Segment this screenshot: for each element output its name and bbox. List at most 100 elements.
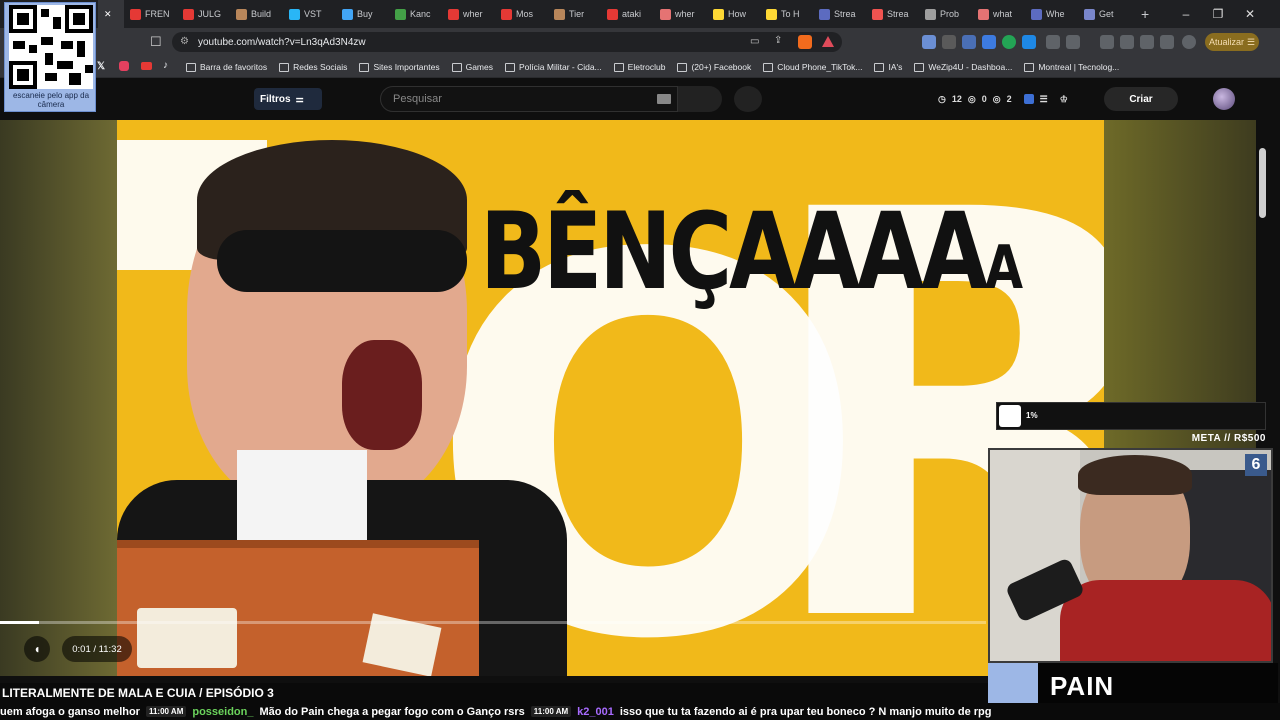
- cast-icon[interactable]: ▭: [750, 36, 759, 47]
- browser-tab[interactable]: ataki: [601, 0, 654, 28]
- browser-tab[interactable]: To H: [760, 0, 813, 28]
- grammar-icon[interactable]: [1002, 35, 1016, 49]
- restore-button[interactable]: ❐: [1202, 0, 1234, 28]
- goal-percent: 1%: [1026, 411, 1038, 420]
- bookmark-item[interactable]: Games: [446, 62, 499, 72]
- stat-c: 2: [1006, 94, 1012, 104]
- bookmark-item[interactable]: Barra de favoritos: [180, 62, 273, 72]
- browser-tab[interactable]: FREN: [124, 0, 177, 28]
- screenshot-icon[interactable]: [1066, 35, 1080, 49]
- wallet-icon[interactable]: [1140, 35, 1154, 49]
- scrollbar-thumb[interactable]: [1259, 148, 1266, 218]
- close-window-button[interactable]: ✕: [1234, 0, 1266, 28]
- list-icon[interactable]: ☰: [1040, 94, 1048, 105]
- url-field[interactable]: ⚙ youtube.com/watch?v=Ln3qAd3N4zw: [172, 32, 842, 52]
- youtube-icon[interactable]: [141, 62, 152, 70]
- translate-icon[interactable]: [982, 35, 996, 49]
- brave-rewards-icon[interactable]: [822, 36, 834, 47]
- create-button[interactable]: Criar: [1104, 87, 1178, 111]
- thumbnail-title-text: BÊNÇAAAA: [480, 190, 988, 313]
- sidebar-icon[interactable]: [1120, 35, 1134, 49]
- browser-tab[interactable]: Whe: [1025, 0, 1078, 28]
- eye-off-icon: ◎: [992, 93, 1001, 104]
- browser-tab[interactable]: Kanc: [389, 0, 442, 28]
- browser-tab[interactable]: wher: [654, 0, 707, 28]
- avatar[interactable]: [1213, 88, 1235, 110]
- brave-shield-icon[interactable]: [798, 35, 812, 49]
- search-placeholder: Pesquisar: [393, 93, 442, 105]
- tab-favicon-icon: [713, 8, 724, 20]
- qr-code-overlay: escaneie pelo app da câmera: [4, 2, 96, 112]
- share-icon[interactable]: ⇪: [774, 35, 782, 46]
- bookmark-item[interactable]: Sites Importantes: [353, 62, 445, 72]
- browser-tab[interactable]: How: [707, 0, 760, 28]
- tab-active[interactable]: ✕: [98, 0, 124, 28]
- bookmark-item[interactable]: (20+) Facebook: [671, 62, 757, 72]
- bookmark-item[interactable]: Polícia Militar - Cida...: [499, 62, 608, 72]
- browser-tab[interactable]: Strea: [866, 0, 919, 28]
- extension-badge-icon[interactable]: [1023, 94, 1034, 104]
- tab-favicon-icon: [289, 8, 300, 20]
- name-bar-accent: [988, 663, 1038, 703]
- tab-favicon-icon: [660, 8, 671, 20]
- minimize-button[interactable]: –: [1170, 0, 1202, 28]
- browser-tab[interactable]: VST: [283, 0, 336, 28]
- webcam-overlay: 6: [988, 448, 1273, 663]
- tab-favicon-icon: [819, 8, 830, 20]
- tab-label: Tier: [569, 9, 585, 19]
- bookmark-item[interactable]: IA's: [868, 62, 908, 72]
- browser-tab[interactable]: what: [972, 0, 1025, 28]
- trophy-icon[interactable]: ♔: [1060, 94, 1068, 105]
- extension-icon[interactable]: [922, 35, 936, 49]
- folder-icon: [1024, 62, 1035, 72]
- x-icon[interactable]: 𝕏: [97, 61, 105, 72]
- bookmark-item[interactable]: Cloud Phone_TikTok...: [757, 62, 868, 72]
- browser-tab[interactable]: wher: [442, 0, 495, 28]
- browser-tab[interactable]: JULG: [177, 0, 230, 28]
- filters-button[interactable]: Filtros ⚌: [254, 88, 322, 110]
- bookmark-item[interactable]: Redes Sociais: [273, 62, 353, 72]
- browser-tab[interactable]: Mos: [495, 0, 548, 28]
- close-icon[interactable]: ✕: [104, 9, 112, 20]
- audio-extension-icon[interactable]: [962, 35, 976, 49]
- browser-tab[interactable]: Prob: [919, 0, 972, 28]
- tab-favicon-icon: [236, 8, 247, 20]
- leo-ai-icon[interactable]: [1160, 35, 1174, 49]
- vpn-icon[interactable]: [1022, 35, 1036, 49]
- browser-tab[interactable]: Tier: [548, 0, 601, 28]
- extensions-puzzle-icon[interactable]: [1046, 35, 1060, 49]
- progress-bar[interactable]: [0, 621, 986, 624]
- browser-tab[interactable]: Get: [1078, 0, 1131, 28]
- vpn-shield-icon[interactable]: [1182, 35, 1196, 49]
- stat-a: 12: [951, 94, 962, 104]
- search-button[interactable]: [678, 86, 722, 112]
- browser-tab[interactable]: Strea: [813, 0, 866, 28]
- folder-icon: [763, 62, 774, 72]
- tab-favicon-icon: [607, 8, 618, 20]
- bookmark-item[interactable]: WeZip4U - Dashboa...: [908, 62, 1018, 72]
- bookmark-item[interactable]: Eletroclub: [608, 62, 672, 72]
- voice-search-button[interactable]: [734, 86, 762, 112]
- update-button[interactable]: Atualizar ☰: [1205, 33, 1259, 51]
- chat-username: k2_001: [577, 705, 614, 718]
- video-blur-left: [0, 120, 117, 676]
- bookmark-item[interactable]: Montreal | Tecnolog...: [1018, 62, 1125, 72]
- chat-message: isso que tu ta fazendo ai é pra upar teu…: [619, 705, 992, 718]
- thumbnail-title: BÊNÇAAAAA: [480, 190, 1023, 313]
- bookmark-label: Games: [465, 62, 493, 72]
- tab-label: Strea: [887, 9, 909, 19]
- media-icon[interactable]: [1100, 35, 1114, 49]
- pen-icon[interactable]: [942, 35, 956, 49]
- folder-icon: [186, 62, 196, 72]
- tab-favicon-icon: [183, 8, 194, 20]
- instagram-icon[interactable]: [119, 61, 129, 71]
- new-tab-button[interactable]: +: [1131, 0, 1159, 28]
- search-input[interactable]: Pesquisar: [380, 86, 678, 112]
- browser-tab[interactable]: Build: [230, 0, 283, 28]
- browser-tab[interactable]: Buy: [336, 0, 389, 28]
- bookmark-icon[interactable]: ☐: [150, 34, 162, 50]
- volume-button[interactable]: ◖: [24, 636, 50, 662]
- keyboard-icon[interactable]: [657, 94, 671, 104]
- site-info-icon[interactable]: ⚙: [180, 36, 189, 47]
- tiktok-icon[interactable]: ♪: [163, 60, 168, 71]
